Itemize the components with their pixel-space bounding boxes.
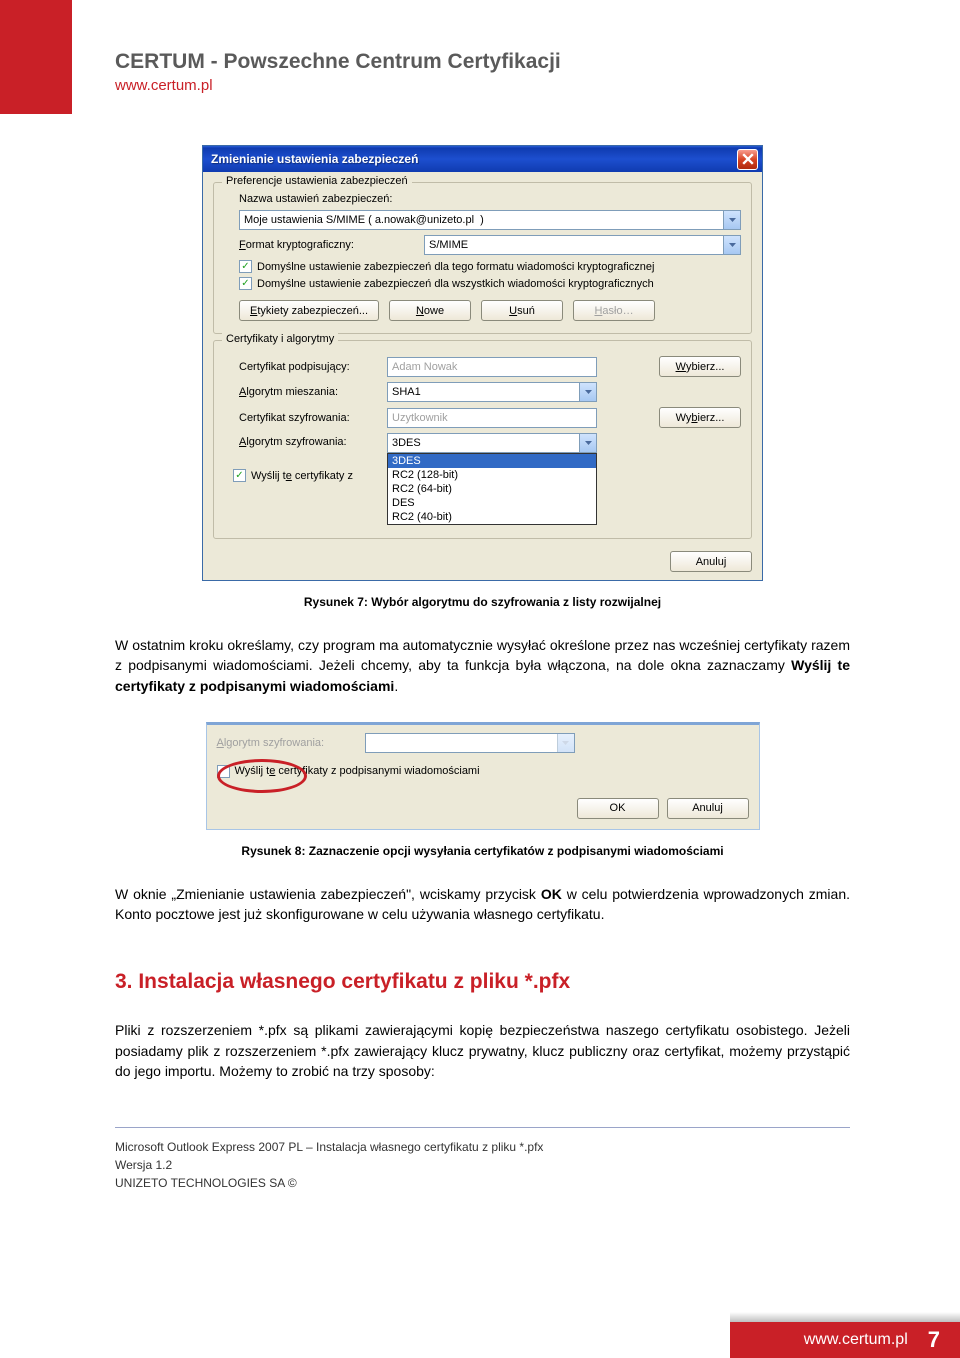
checkbox-checked-icon: ✓ [233, 469, 246, 482]
dialog-change-security-settings: Zmienianie ustawienia zabezpieczeń Prefe… [202, 145, 763, 581]
dialog-title: Zmienianie ustawienia zabezpieczeń [207, 152, 418, 166]
checkbox-checked-icon: ✓ [239, 277, 252, 290]
page-footer-shadow [730, 1312, 960, 1322]
choose-encryption-cert-button[interactable]: Wybierz... [659, 407, 741, 428]
checkbox-checked-icon: ✓ [217, 765, 230, 778]
encryption-alg-combo[interactable]: 3DES RC2 (128-bit) RC2 (64-bit) DES RC2 … [387, 433, 597, 453]
chevron-down-icon[interactable] [723, 211, 740, 229]
hash-alg-label: Algorytm mieszania: [239, 386, 387, 398]
figure-7-caption: Rysunek 7: Wybór algorytmu do szyfrowani… [115, 595, 850, 609]
password-button: Hasło… [573, 300, 655, 321]
chevron-down-icon[interactable] [723, 236, 740, 254]
dialog-footer-buttons: Anuluj [213, 545, 752, 572]
page-number: 7 [928, 1327, 940, 1353]
crypto-format-input[interactable] [424, 235, 741, 255]
header-red-block [0, 0, 72, 114]
footer-line-1: Microsoft Outlook Express 2007 PL – Inst… [115, 1138, 850, 1156]
footer-line-3: UNIZETO TECHNOLOGIES SA © [115, 1174, 850, 1192]
encryption-alg-combo-disabled [365, 733, 575, 753]
document-footer: Microsoft Outlook Express 2007 PL – Inst… [115, 1127, 850, 1192]
ok-button[interactable]: OK [577, 798, 659, 819]
cancel-button[interactable]: Anuluj [667, 798, 749, 819]
send-certs-checkbox[interactable]: ✓ Wyślij te certyfikaty z [233, 469, 353, 482]
group-certs-legend: Certyfikaty i algorytmy [222, 333, 338, 345]
send-certs-checkbox-highlighted[interactable]: ✓ Wyślij te certyfikaty z podpisanymi wi… [217, 765, 749, 778]
group-security-legend: Preferencje ustawienia zabezpieczeń [222, 175, 412, 187]
dialog-send-certs-snippet: Algorytm szyfrowania: ✓ Wyślij te certyf… [206, 722, 760, 830]
encryption-alg-label: Algorytm szyfrowania: [239, 433, 387, 448]
chevron-down-icon[interactable] [579, 383, 596, 401]
encryption-alg-listbox[interactable]: 3DES RC2 (128-bit) RC2 (64-bit) DES RC2 … [387, 453, 597, 525]
dialog-titlebar[interactable]: Zmienianie ustawienia zabezpieczeń [203, 146, 762, 172]
footer-line-2: Wersja 1.2 [115, 1156, 850, 1174]
signing-cert-field [387, 357, 597, 377]
hash-alg-input[interactable] [387, 382, 597, 402]
header-url: www.certum.pl [115, 77, 561, 94]
signing-cert-label: Certyfikat podpisujący: [239, 361, 387, 373]
header-title: CERTUM - Powszechne Centrum Certyfikacji [115, 50, 561, 74]
list-item[interactable]: RC2 (128-bit) [388, 468, 596, 482]
new-button[interactable]: Nowe [389, 300, 471, 321]
default-for-all-checkbox[interactable]: ✓ Domyślne ustawienie zabezpieczeń dla w… [239, 277, 741, 290]
paragraph-3: Pliki z rozszerzeniem *.pfx są plikami z… [115, 1020, 850, 1081]
page-footer: www.certum.pl 7 [730, 1322, 960, 1358]
snippet-button-row: OK Anuluj [217, 792, 749, 819]
paragraph-1: W ostatnim kroku określamy, czy program … [115, 635, 850, 696]
settings-name-combo[interactable] [239, 210, 741, 230]
settings-name-input[interactable] [239, 210, 741, 230]
list-item[interactable]: DES [388, 496, 596, 510]
list-item[interactable]: 3DES [388, 454, 596, 468]
list-item[interactable]: RC2 (64-bit) [388, 482, 596, 496]
group-security-prefs: Preferencje ustawienia zabezpieczeń Nazw… [213, 182, 752, 334]
chevron-down-icon [557, 734, 574, 752]
choose-signing-cert-button[interactable]: Wybierz... [659, 356, 741, 377]
encryption-alg-input[interactable] [387, 433, 597, 453]
group-certs-algorithms: Certyfikaty i algorytmy Certyfikat podpi… [213, 340, 752, 539]
dialog-body: Preferencje ustawienia zabezpieczeń Nazw… [203, 172, 762, 580]
page-footer-url: www.certum.pl [804, 1331, 908, 1349]
section-3-heading: 3. Instalacja własnego certyfikatu z pli… [115, 970, 850, 994]
security-labels-button[interactable]: Etykiety zabezpieczeń... [239, 300, 379, 321]
default-for-format-checkbox[interactable]: ✓ Domyślne ustawienie zabezpieczeń dla t… [239, 260, 741, 273]
hash-alg-combo[interactable] [387, 382, 597, 402]
close-icon[interactable] [737, 149, 758, 170]
paragraph-2: W oknie „Zmienianie ustawienia zabezpiec… [115, 884, 850, 925]
list-item[interactable]: RC2 (40-bit) [388, 510, 596, 524]
figure-8-caption: Rysunek 8: Zaznaczenie opcji wysyłania c… [115, 844, 850, 858]
settings-name-label: Nazwa ustawień zabezpieczeń: [239, 193, 741, 205]
prefs-button-row: Etykiety zabezpieczeń... Nowe Usuń Hasło… [239, 300, 741, 321]
checkbox-checked-icon: ✓ [239, 260, 252, 273]
page-header: CERTUM - Powszechne Centrum Certyfikacji… [115, 50, 561, 94]
encryption-alg-label-disabled: Algorytm szyfrowania: [217, 737, 365, 749]
crypto-format-combo[interactable] [424, 235, 741, 255]
crypto-format-label: Format kryptograficzny: [239, 239, 424, 251]
chevron-down-icon[interactable] [579, 434, 596, 452]
delete-button[interactable]: Usuń [481, 300, 563, 321]
cancel-button[interactable]: Anuluj [670, 551, 752, 572]
content-column: Zmienianie ustawienia zabezpieczeń Prefe… [115, 145, 850, 1192]
encryption-cert-field [387, 408, 597, 428]
encryption-cert-label: Certyfikat szyfrowania: [239, 412, 387, 424]
